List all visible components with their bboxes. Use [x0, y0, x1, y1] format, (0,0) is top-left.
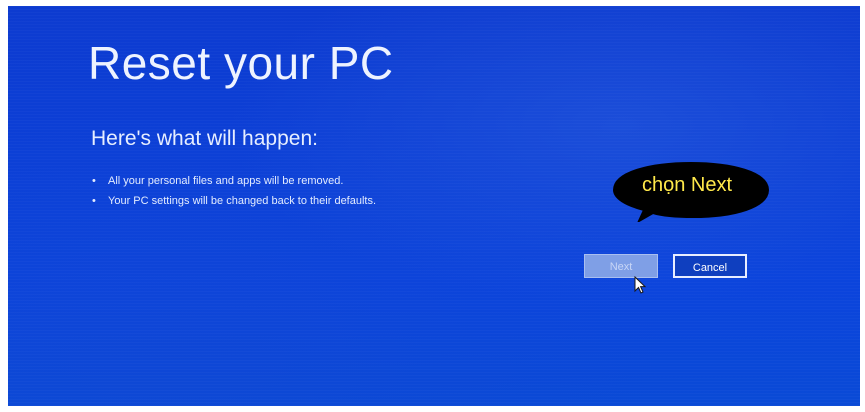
list-item: • Your PC settings will be changed back … [91, 195, 376, 207]
reset-pc-screen: Reset your PC Here's what will happen: •… [8, 6, 860, 406]
photo-frame: Reset your PC Here's what will happen: •… [0, 0, 865, 412]
bullet-icon: • [92, 195, 96, 207]
list-item-text: Your PC settings will be changed back to… [108, 195, 377, 207]
speech-bubble-callout [612, 161, 770, 222]
page-title: Reset your PC [88, 37, 394, 89]
bullet-icon: • [92, 175, 96, 187]
list-item-text: All your personal files and apps will be… [108, 175, 344, 187]
mouse-pointer-icon [634, 276, 646, 294]
cancel-button[interactable]: Cancel [673, 254, 747, 278]
next-button[interactable]: Next [584, 254, 658, 278]
consequence-list: • All your personal files and apps will … [91, 175, 376, 215]
page-subtitle: Here's what will happen: [91, 127, 318, 150]
list-item: • All your personal files and apps will … [91, 175, 376, 187]
